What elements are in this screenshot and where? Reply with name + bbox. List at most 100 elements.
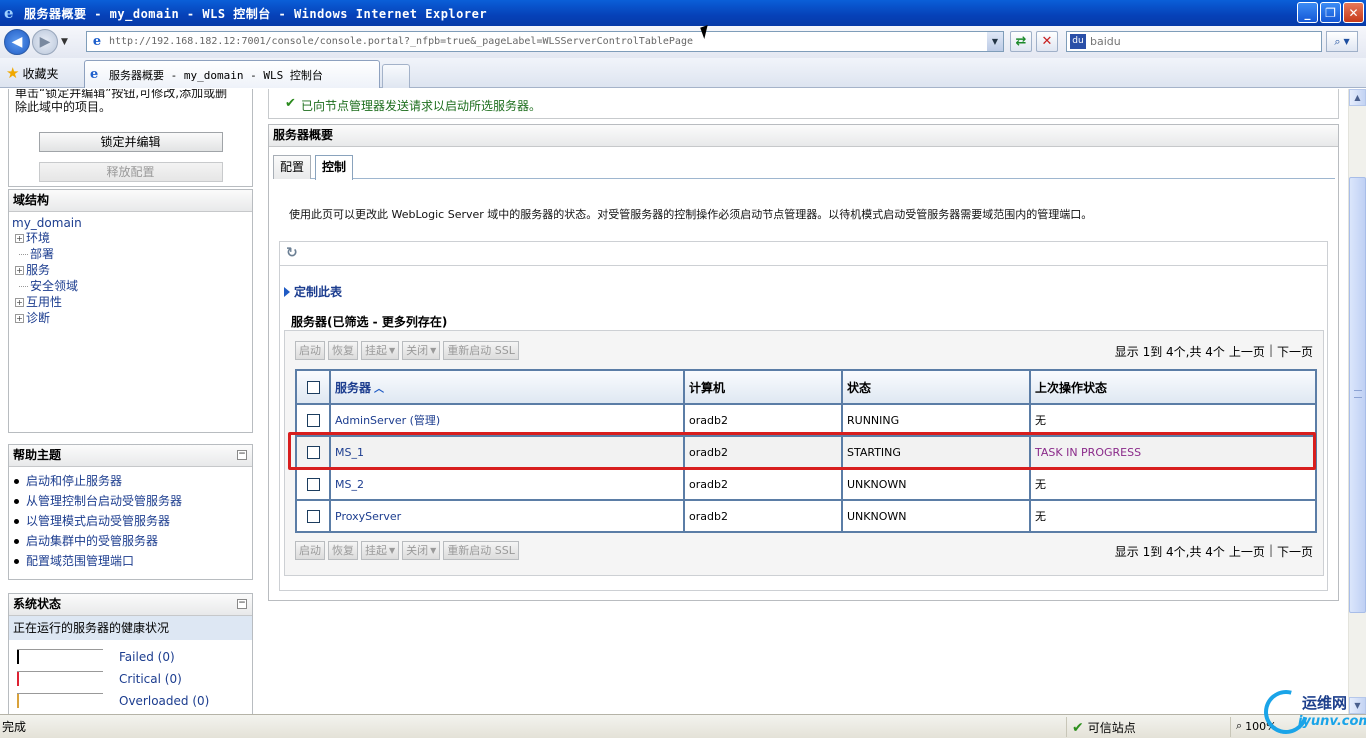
- pager-next[interactable]: 下一页: [1277, 543, 1313, 560]
- ie-logo-icon: e: [4, 4, 14, 22]
- favorites-button[interactable]: ★ 收藏夹: [6, 64, 58, 82]
- system-status-subtitle: 正在运行的服务器的健康状况: [9, 616, 252, 640]
- favorites-bar: ★ 收藏夹 e 服务器概要 - my_domain - WLS 控制台: [0, 58, 1366, 88]
- domain-structure-title: 域结构: [9, 190, 252, 212]
- start-button[interactable]: 启动: [295, 341, 325, 360]
- table-container: ↻ 定制此表 服务器(已筛选 - 更多列存在) 启动 恢复 挂起 ▼ 关闭 ▼ 重新…: [279, 241, 1328, 591]
- health-bar: [17, 649, 103, 665]
- row-checkbox[interactable]: [306, 413, 320, 427]
- resume-button[interactable]: 恢复: [328, 341, 358, 360]
- health-link-failed[interactable]: Failed (0): [119, 650, 175, 664]
- tree-node-environment[interactable]: + 环境: [12, 230, 249, 246]
- address-bar[interactable]: e http://192.168.182.12:7001/console/con…: [86, 31, 1004, 52]
- column-header-state[interactable]: 状态: [841, 369, 1031, 405]
- tab-configuration[interactable]: 配置: [273, 155, 312, 179]
- help-link-start-managed[interactable]: 从管理控制台启动受管服务器: [11, 491, 248, 511]
- expand-icon[interactable]: +: [15, 313, 24, 323]
- task-progress-link[interactable]: TASK IN PROGRESS: [1035, 446, 1141, 459]
- customize-table-link[interactable]: 定制此表: [284, 283, 342, 300]
- server-link-ms2[interactable]: MS_2: [335, 478, 364, 491]
- collapse-icon[interactable]: −: [237, 599, 247, 609]
- message-box: ✔ 已向节点管理器发送请求以启动所选服务器。: [268, 89, 1339, 119]
- address-url[interactable]: http://192.168.182.12:7001/console/conso…: [109, 36, 693, 47]
- machine-cell: oradb2: [683, 467, 843, 501]
- tree-node-services[interactable]: + 服务: [12, 262, 249, 278]
- change-center-text-1: 单击“锁定并编辑”按钮,可修改,添加或删: [15, 89, 228, 100]
- expand-icon[interactable]: +: [15, 297, 24, 307]
- server-link-ms1[interactable]: MS_1: [335, 446, 364, 459]
- pager-next[interactable]: 下一页: [1277, 343, 1313, 360]
- tree-node-security-realms[interactable]: 安全领域: [12, 278, 249, 294]
- forward-button[interactable]: ▶: [32, 29, 58, 55]
- release-config-button[interactable]: 释放配置: [38, 162, 223, 182]
- vertical-scrollbar[interactable]: ▲ ▼: [1348, 89, 1366, 714]
- browser-tab[interactable]: e 服务器概要 - my_domain - WLS 控制台: [84, 60, 380, 88]
- restart-ssl-button[interactable]: 重新启动 SSL: [443, 341, 519, 360]
- security-zone[interactable]: ✔ 可信站点: [1072, 719, 1136, 736]
- health-link-critical[interactable]: Critical (0): [119, 672, 182, 686]
- expand-icon[interactable]: +: [15, 233, 24, 243]
- new-tab-button[interactable]: [382, 64, 410, 88]
- chevron-down-icon: ▼: [389, 546, 396, 555]
- help-link-cluster[interactable]: 启动集群中的受管服务器: [11, 531, 248, 551]
- tree-root-my-domain[interactable]: my_domain: [12, 216, 249, 230]
- health-link-overloaded[interactable]: Overloaded (0): [119, 694, 209, 708]
- collapse-icon[interactable]: −: [237, 450, 247, 460]
- start-button[interactable]: 启动: [295, 541, 325, 560]
- history-dropdown-icon[interactable]: ▼: [61, 37, 68, 47]
- tree-node-interoperability[interactable]: + 互用性: [12, 294, 249, 310]
- health-bar: [17, 671, 103, 687]
- row-checkbox[interactable]: [306, 445, 320, 459]
- servers-table: 服务器 ︿ 计算机 状态 上次操作状态 AdminServer (管理) orad…: [295, 369, 1317, 533]
- system-status-panel: 系统状态 − 正在运行的服务器的健康状况 Failed (0) Critical…: [8, 593, 253, 714]
- domain-tree: my_domain + 环境 部署 + 服务 安全领域 + 互用性 + 诊断: [9, 212, 252, 330]
- search-input[interactable]: [1090, 35, 1310, 48]
- search-box[interactable]: du: [1066, 31, 1322, 52]
- suspend-button[interactable]: 挂起 ▼: [361, 341, 400, 360]
- pager-prev[interactable]: 上一页: [1229, 543, 1265, 560]
- stop-button[interactable]: ✕: [1036, 31, 1058, 52]
- bullet-icon: [14, 478, 19, 484]
- help-link-admin-port[interactable]: 配置域范围管理端口: [11, 551, 248, 571]
- back-button[interactable]: ◀: [4, 29, 30, 55]
- action-buttons-top: 启动 恢复 挂起 ▼ 关闭 ▼ 重新启动 SSL: [295, 341, 519, 360]
- column-header-machine[interactable]: 计算机: [683, 369, 843, 405]
- minimize-button[interactable]: _: [1297, 2, 1318, 23]
- shutdown-button[interactable]: 关闭 ▼: [402, 541, 441, 560]
- refresh-button[interactable]: ⇄: [1010, 31, 1032, 52]
- address-dropdown-icon[interactable]: ▼: [987, 32, 1003, 51]
- tab-control[interactable]: 控制: [315, 155, 354, 180]
- tree-node-diagnostics[interactable]: + 诊断: [12, 310, 249, 326]
- search-button[interactable]: ⌕ ▼: [1326, 31, 1358, 52]
- scroll-thumb[interactable]: [1349, 177, 1366, 613]
- column-header-last-status[interactable]: 上次操作状态: [1029, 369, 1317, 405]
- help-link-start-stop[interactable]: 启动和停止服务器: [11, 471, 248, 491]
- server-link-adminserver[interactable]: AdminServer (管理): [335, 414, 440, 427]
- row-checkbox[interactable]: [306, 477, 320, 491]
- select-all-checkbox[interactable]: [306, 381, 320, 394]
- column-header-server[interactable]: 服务器 ︿: [329, 369, 685, 405]
- help-topics-panel: 帮助主题 − 启动和停止服务器 从管理控制台启动受管服务器 以管理模式启动受管服…: [8, 444, 253, 580]
- lock-and-edit-button[interactable]: 锁定并编辑: [38, 132, 223, 152]
- close-button[interactable]: ✕: [1343, 2, 1364, 23]
- row-checkbox[interactable]: [306, 509, 320, 523]
- restart-ssl-button[interactable]: 重新启动 SSL: [443, 541, 519, 560]
- suspend-button[interactable]: 挂起 ▼: [361, 541, 400, 560]
- restore-button[interactable]: ❐: [1320, 2, 1341, 23]
- baidu-paw-icon: du: [1070, 34, 1086, 49]
- tree-node-deployments[interactable]: 部署: [12, 246, 249, 262]
- help-link-admin-mode[interactable]: 以管理模式启动受管服务器: [11, 511, 248, 531]
- resume-button[interactable]: 恢复: [328, 541, 358, 560]
- shutdown-button[interactable]: 关闭 ▼: [402, 341, 441, 360]
- star-icon: ★: [6, 64, 20, 82]
- expand-icon[interactable]: +: [15, 265, 24, 275]
- health-row-critical: Critical (0): [17, 668, 252, 690]
- summary-description: 使用此页可以更改此 WebLogic Server 域中的服务器的状态。对受管服…: [289, 208, 1093, 221]
- scroll-up-icon[interactable]: ▲: [1349, 89, 1366, 106]
- summary-tabs: 配置 控制: [273, 153, 1335, 180]
- checkmark-icon: ✔: [285, 96, 296, 111]
- refresh-icon[interactable]: ↻: [286, 245, 298, 261]
- message-text: 已向节点管理器发送请求以启动所选服务器。: [301, 99, 542, 113]
- pager-prev[interactable]: 上一页: [1229, 343, 1265, 360]
- server-link-proxyserver[interactable]: ProxyServer: [335, 510, 401, 523]
